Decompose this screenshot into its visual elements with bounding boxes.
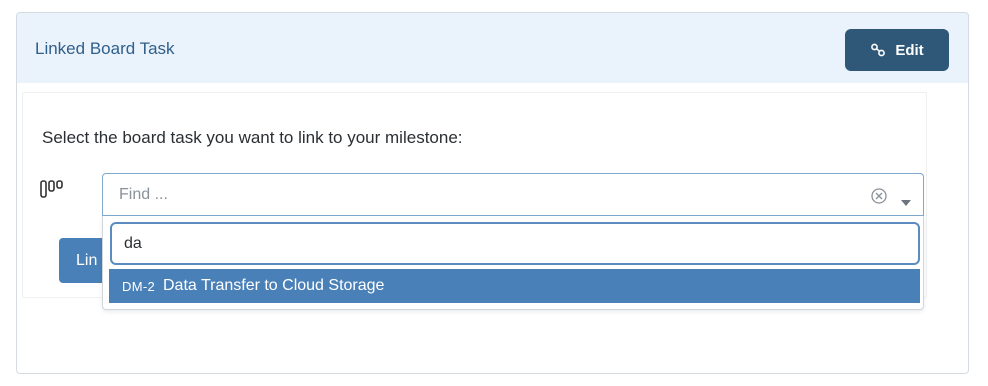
chevron-down-icon[interactable] xyxy=(901,193,911,211)
dropdown-option[interactable]: DM-2 Data Transfer to Cloud Storage xyxy=(109,269,920,303)
option-key: DM-2 xyxy=(122,278,155,294)
clear-circle-icon[interactable] xyxy=(871,188,887,209)
dropdown-search-input[interactable] xyxy=(110,222,920,265)
edit-button-label: Edit xyxy=(895,41,924,59)
panel-header: Linked Board Task Edit xyxy=(17,13,968,83)
select-dropdown: DM-2 Data Transfer to Cloud Storage xyxy=(102,216,924,310)
board-columns-icon xyxy=(40,180,66,203)
board-task-select[interactable]: Find ... xyxy=(102,173,924,216)
link-prompt: Select the board task you want to link t… xyxy=(42,128,463,147)
panel-title: Linked Board Task xyxy=(35,39,175,58)
edit-button[interactable]: Edit xyxy=(845,29,949,71)
select-placeholder: Find ... xyxy=(119,186,168,203)
option-label: Data Transfer to Cloud Storage xyxy=(162,277,385,294)
link-icon xyxy=(870,43,886,57)
